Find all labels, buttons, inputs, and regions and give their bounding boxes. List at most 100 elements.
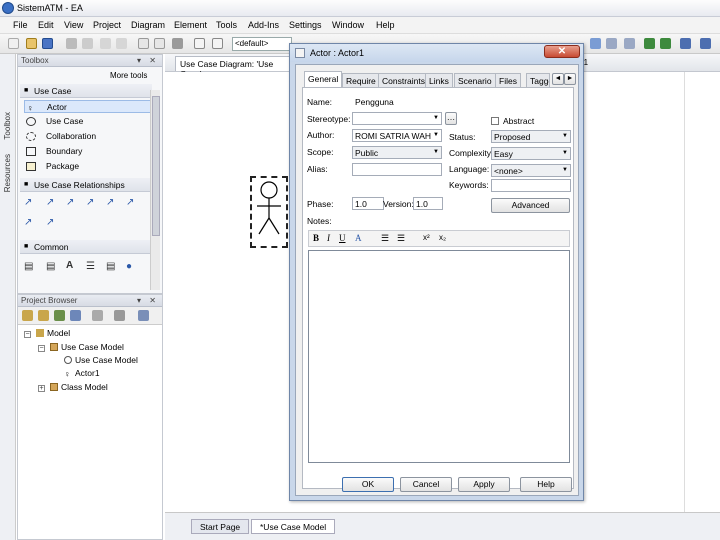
align-icon[interactable] bbox=[624, 38, 635, 49]
alias-field[interactable] bbox=[352, 163, 442, 176]
menu-addins[interactable]: Add-Ins bbox=[248, 20, 279, 30]
help-button[interactable]: Help bbox=[520, 477, 572, 492]
language-select[interactable]: <none> bbox=[491, 164, 571, 177]
tree-item-use-case-model[interactable]: Use Case Model bbox=[50, 342, 124, 352]
move-icon[interactable] bbox=[70, 310, 81, 321]
tab-require[interactable]: Require bbox=[342, 73, 380, 87]
menu-element[interactable]: Element bbox=[174, 20, 207, 30]
actor-element[interactable] bbox=[250, 176, 288, 248]
section-common[interactable]: ■ Common bbox=[20, 240, 152, 254]
tab-links[interactable]: Links bbox=[425, 73, 453, 87]
menu-project[interactable]: Project bbox=[93, 20, 121, 30]
redo-icon[interactable] bbox=[116, 38, 127, 49]
stereotype-select[interactable] bbox=[352, 112, 442, 125]
scroll-thumb[interactable] bbox=[152, 96, 160, 236]
tree-item-actor[interactable]: ♀ Actor1 bbox=[64, 368, 100, 379]
tab-use-case-model[interactable]: *Use Case Model bbox=[251, 519, 336, 534]
toolbox-scrollbar[interactable] bbox=[150, 90, 160, 290]
workspace-combo[interactable]: <default> bbox=[232, 37, 292, 51]
include-icon[interactable]: ↗ bbox=[66, 197, 74, 208]
extend-icon[interactable]: ↗ bbox=[86, 197, 94, 208]
bold-button[interactable]: B bbox=[313, 233, 319, 243]
open-folder-icon[interactable] bbox=[26, 38, 37, 49]
menu-help[interactable]: Help bbox=[376, 20, 395, 30]
superscript-icon[interactable]: x² bbox=[423, 233, 430, 242]
numbered-list-icon[interactable]: ☰ bbox=[397, 233, 405, 244]
forward-icon[interactable] bbox=[660, 38, 671, 49]
tab-files[interactable]: Files bbox=[495, 73, 521, 87]
sort-icon[interactable] bbox=[92, 310, 103, 321]
side-tab-toolbox[interactable]: Toolbox bbox=[3, 112, 12, 140]
new-diagram-icon[interactable] bbox=[38, 310, 49, 321]
italic-button[interactable]: I bbox=[327, 233, 330, 243]
print-icon[interactable] bbox=[66, 38, 77, 49]
close-button[interactable]: ✕ bbox=[544, 45, 580, 58]
toolbox-item-package[interactable]: Package bbox=[24, 160, 152, 173]
panel-buttons[interactable]: ▾ ✕ bbox=[137, 56, 159, 65]
realize-icon[interactable]: ↗ bbox=[106, 197, 114, 208]
menu-window[interactable]: Window bbox=[332, 20, 364, 30]
find-icon[interactable] bbox=[154, 38, 165, 49]
menu-tools[interactable]: Tools bbox=[216, 20, 237, 30]
artifact-icon[interactable]: ▤ bbox=[46, 261, 55, 272]
tree-item-class-model[interactable]: Class Model bbox=[50, 382, 108, 392]
stereotype-browse-button[interactable]: … bbox=[445, 112, 457, 125]
complexity-select[interactable]: Easy bbox=[491, 147, 571, 160]
abstract-checkbox[interactable] bbox=[491, 117, 499, 125]
advanced-button[interactable]: Advanced bbox=[491, 198, 570, 213]
subscript-icon[interactable]: x₂ bbox=[439, 233, 446, 242]
apply-button[interactable]: Apply bbox=[458, 477, 510, 492]
dependency-icon[interactable]: ↗ bbox=[126, 197, 134, 208]
printer-icon[interactable] bbox=[172, 38, 183, 49]
new-package-icon[interactable] bbox=[22, 310, 33, 321]
cancel-button[interactable]: Cancel bbox=[400, 477, 452, 492]
tab-scroll-right[interactable]: ► bbox=[564, 73, 576, 85]
diagram-tab[interactable]: Use Case Diagram: 'Use Case' bbox=[175, 56, 293, 79]
keywords-field[interactable] bbox=[491, 179, 571, 192]
tab-constraints[interactable]: Constraints bbox=[378, 73, 429, 87]
tab-scenario[interactable]: Scenario bbox=[454, 73, 496, 87]
bullet-list-icon[interactable]: ☰ bbox=[381, 233, 389, 244]
name-field[interactable]: Pengguna bbox=[352, 95, 572, 108]
grid-icon[interactable] bbox=[606, 38, 617, 49]
menu-edit[interactable]: Edit bbox=[38, 20, 54, 30]
notes-editor[interactable] bbox=[308, 250, 570, 463]
tab-scroll-left[interactable]: ◄ bbox=[552, 73, 564, 85]
collapse-toggle[interactable]: − bbox=[24, 331, 31, 338]
new-icon[interactable] bbox=[8, 38, 19, 49]
status-select[interactable]: Proposed bbox=[491, 130, 571, 143]
legend-icon[interactable]: ● bbox=[126, 261, 132, 272]
toolbox-item-boundary[interactable]: Boundary bbox=[24, 145, 152, 158]
tab-general[interactable]: General bbox=[304, 71, 343, 87]
toolbox-item-use-case[interactable]: Use Case bbox=[24, 115, 152, 128]
trace-icon[interactable]: ↗ bbox=[24, 217, 32, 228]
nav-icon[interactable] bbox=[590, 38, 601, 49]
association-icon[interactable]: ↗ bbox=[24, 197, 32, 208]
hyperlink-icon[interactable]: ▤ bbox=[106, 261, 115, 272]
tab-tagged[interactable]: Tagged bbox=[526, 73, 550, 87]
new-element-icon[interactable] bbox=[54, 310, 65, 321]
menu-settings[interactable]: Settings bbox=[289, 20, 322, 30]
version-field[interactable]: 1.0 bbox=[413, 197, 443, 210]
layout-icon[interactable] bbox=[212, 38, 223, 49]
undo-icon[interactable] bbox=[100, 38, 111, 49]
ok-button[interactable]: OK bbox=[342, 477, 394, 492]
underline-button[interactable]: U bbox=[339, 233, 346, 243]
properties-icon[interactable] bbox=[194, 38, 205, 49]
list-icon[interactable]: ☰ bbox=[86, 261, 95, 272]
toolbox-item-collaboration[interactable]: Collaboration bbox=[24, 130, 152, 143]
scope-select[interactable]: Public bbox=[352, 146, 442, 159]
search-icon[interactable] bbox=[680, 38, 691, 49]
note-icon[interactable]: ▤ bbox=[24, 261, 33, 272]
copy-icon[interactable] bbox=[138, 38, 149, 49]
text-icon[interactable]: A bbox=[66, 260, 73, 271]
options-icon[interactable] bbox=[114, 310, 125, 321]
tab-start-page[interactable]: Start Page bbox=[191, 519, 250, 534]
invokes-icon[interactable]: ↗ bbox=[46, 217, 54, 228]
panel-buttons[interactable]: ▾ ✕ bbox=[137, 296, 159, 305]
back-icon[interactable] bbox=[644, 38, 655, 49]
section-relationships[interactable]: ■ Use Case Relationships bbox=[20, 178, 152, 192]
phase-field[interactable]: 1.0 bbox=[352, 197, 384, 210]
save-icon[interactable] bbox=[42, 38, 53, 49]
zoom-icon[interactable] bbox=[700, 38, 711, 49]
